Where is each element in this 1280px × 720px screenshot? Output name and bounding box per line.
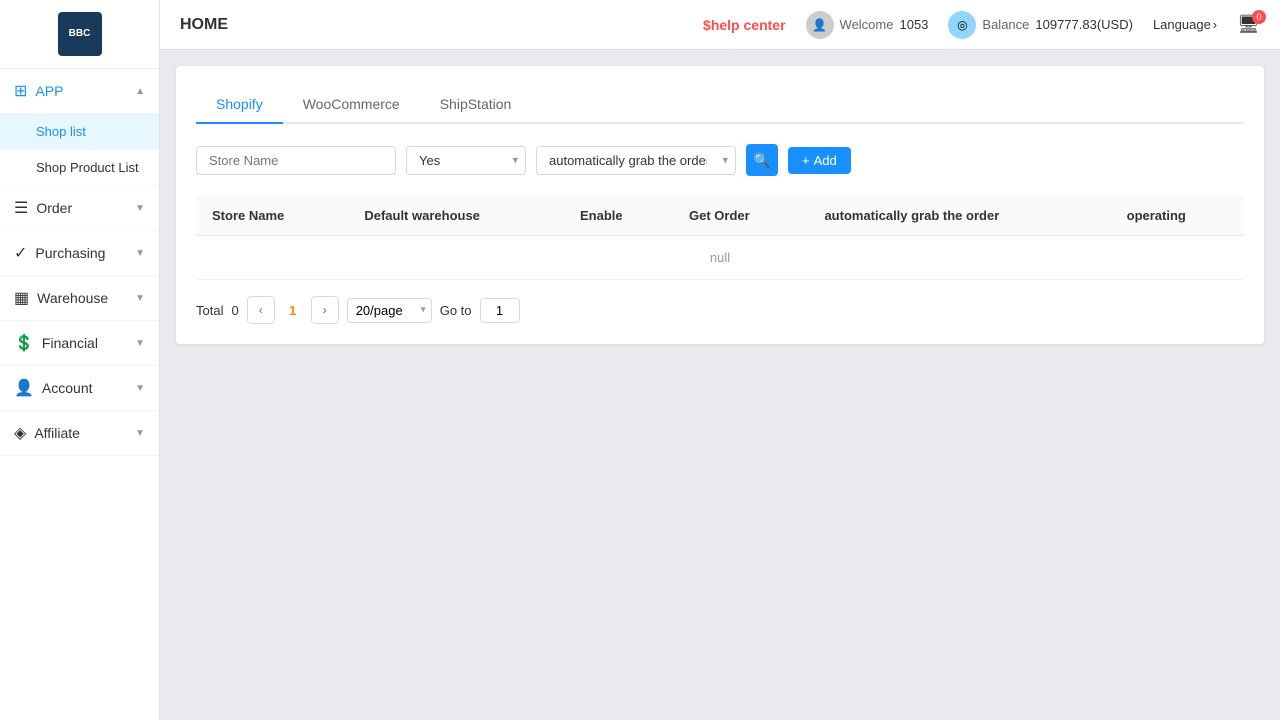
logo-box: BBC — [58, 12, 102, 56]
col-get-order: Get Order — [673, 196, 808, 236]
sidebar-item-financial-label: Financial — [42, 335, 98, 351]
next-icon: › — [323, 303, 327, 317]
notification-badge: 0 — [1252, 10, 1266, 24]
chevron-down-icon-warehouse: ▼ — [135, 293, 145, 304]
sidebar-item-order[interactable]: ☰ Order ▼ — [0, 186, 159, 231]
filter-row: Yes No automatically grab the order manu… — [196, 144, 1244, 176]
total-count: 0 — [231, 303, 238, 318]
logo-text: BBC — [69, 28, 91, 40]
sidebar-menu: ⊞ APP ▲ Shop list Shop Product List ☰ Or… — [0, 69, 159, 720]
content-card: Shopify WooCommerce ShipStation Yes No — [176, 66, 1264, 344]
next-page-button[interactable]: › — [311, 296, 339, 324]
search-icon: 🔍 — [753, 152, 770, 169]
language-label: Language — [1153, 17, 1211, 32]
goto-label: Go to — [440, 303, 472, 318]
sidebar-item-affiliate[interactable]: ◈ Affiliate ▼ — [0, 411, 159, 456]
balance-label: Balance — [982, 17, 1029, 32]
store-table: Store Name Default warehouse Enable Get … — [196, 196, 1244, 280]
help-center-link[interactable]: $help center — [703, 17, 785, 33]
chevron-down-icon-account: ▼ — [135, 383, 145, 394]
auto-grab-select[interactable]: automatically grab the order manual — [536, 146, 736, 175]
order-icon: ☰ — [14, 198, 28, 218]
per-page-select[interactable]: 20/page 50/page 100/page — [347, 298, 432, 323]
current-page: 1 — [283, 303, 303, 318]
financial-icon: 💲 — [14, 333, 34, 353]
prev-icon: ‹ — [259, 303, 263, 317]
sidebar-item-purchasing[interactable]: ✓ Purchasing ▼ — [0, 231, 159, 276]
sidebar: BBC ⊞ APP ▲ Shop list Shop Product List … — [0, 0, 160, 720]
logo-container: BBC — [0, 0, 159, 69]
goto-input[interactable] — [480, 298, 520, 323]
chevron-down-icon-affiliate: ▼ — [135, 428, 145, 439]
sidebar-item-account[interactable]: 👤 Account ▼ — [0, 366, 159, 411]
add-button[interactable]: + Add — [788, 147, 851, 174]
store-name-input[interactable] — [196, 146, 396, 175]
avatar: 👤 — [806, 11, 834, 39]
welcome-section: 👤 Welcome 1053 — [806, 11, 929, 39]
plus-icon: + — [802, 153, 810, 168]
notification-button[interactable]: 🖥 0 — [1237, 14, 1260, 35]
col-operating: operating — [1111, 196, 1244, 236]
warehouse-icon: ▦ — [14, 288, 29, 308]
sidebar-item-account-label: Account — [42, 380, 93, 396]
language-chevron-icon: › — [1213, 17, 1217, 32]
chevron-down-icon-financial: ▼ — [135, 338, 145, 349]
sidebar-item-purchasing-label: Purchasing — [35, 245, 105, 261]
sidebar-item-affiliate-label: Affiliate — [34, 425, 80, 441]
page-title: HOME — [180, 16, 228, 34]
purchasing-icon: ✓ — [14, 243, 27, 263]
sidebar-item-shop-product-list[interactable]: Shop Product List — [0, 150, 159, 186]
content-area: Shopify WooCommerce ShipStation Yes No — [160, 50, 1280, 720]
enable-select[interactable]: Yes No — [406, 146, 526, 175]
welcome-value: 1053 — [899, 17, 928, 32]
col-enable: Enable — [564, 196, 673, 236]
empty-row: null — [196, 236, 1244, 280]
col-default-warehouse: Default warehouse — [348, 196, 564, 236]
app-icon: ⊞ — [14, 81, 27, 101]
tab-bar: Shopify WooCommerce ShipStation — [196, 86, 1244, 124]
affiliate-icon: ◈ — [14, 423, 26, 443]
sidebar-item-warehouse[interactable]: ▦ Warehouse ▼ — [0, 276, 159, 321]
sidebar-item-app[interactable]: ⊞ APP ▲ — [0, 69, 159, 114]
balance-avatar: ◎ — [948, 11, 976, 39]
add-label: Add — [814, 153, 837, 168]
prev-page-button[interactable]: ‹ — [247, 296, 275, 324]
col-auto-grab: automatically grab the order — [808, 196, 1110, 236]
pagination: Total 0 ‹ 1 › 20/page 50/page 100/page G… — [196, 296, 1244, 324]
header: HOME $help center 👤 Welcome 1053 ◎ Balan… — [160, 0, 1280, 50]
sidebar-item-app-label: APP — [35, 83, 63, 99]
sidebar-item-financial[interactable]: 💲 Financial ▼ — [0, 321, 159, 366]
balance-value: 109777.83(USD) — [1035, 17, 1133, 32]
shop-product-list-label: Shop Product List — [36, 160, 139, 175]
account-icon: 👤 — [14, 378, 34, 398]
col-store-name: Store Name — [196, 196, 348, 236]
chevron-up-icon: ▲ — [135, 86, 145, 97]
sidebar-item-warehouse-label: Warehouse — [37, 290, 108, 306]
empty-text: null — [196, 236, 1244, 280]
chevron-down-icon: ▼ — [135, 203, 145, 214]
balance-section: ◎ Balance 109777.83(USD) — [948, 11, 1133, 39]
welcome-label: Welcome — [840, 17, 894, 32]
shop-list-label: Shop list — [36, 124, 86, 139]
total-label: Total — [196, 303, 223, 318]
tab-shopify[interactable]: Shopify — [196, 86, 283, 124]
sidebar-item-order-label: Order — [36, 200, 72, 216]
chevron-down-icon-purchasing: ▼ — [135, 248, 145, 259]
main-container: HOME $help center 👤 Welcome 1053 ◎ Balan… — [160, 0, 1280, 720]
language-button[interactable]: Language › — [1153, 17, 1217, 32]
tab-woocommerce[interactable]: WooCommerce — [283, 86, 420, 124]
sidebar-item-shop-list[interactable]: Shop list — [0, 114, 159, 150]
tab-shipstation[interactable]: ShipStation — [420, 86, 532, 124]
search-button[interactable]: 🔍 — [746, 144, 778, 176]
